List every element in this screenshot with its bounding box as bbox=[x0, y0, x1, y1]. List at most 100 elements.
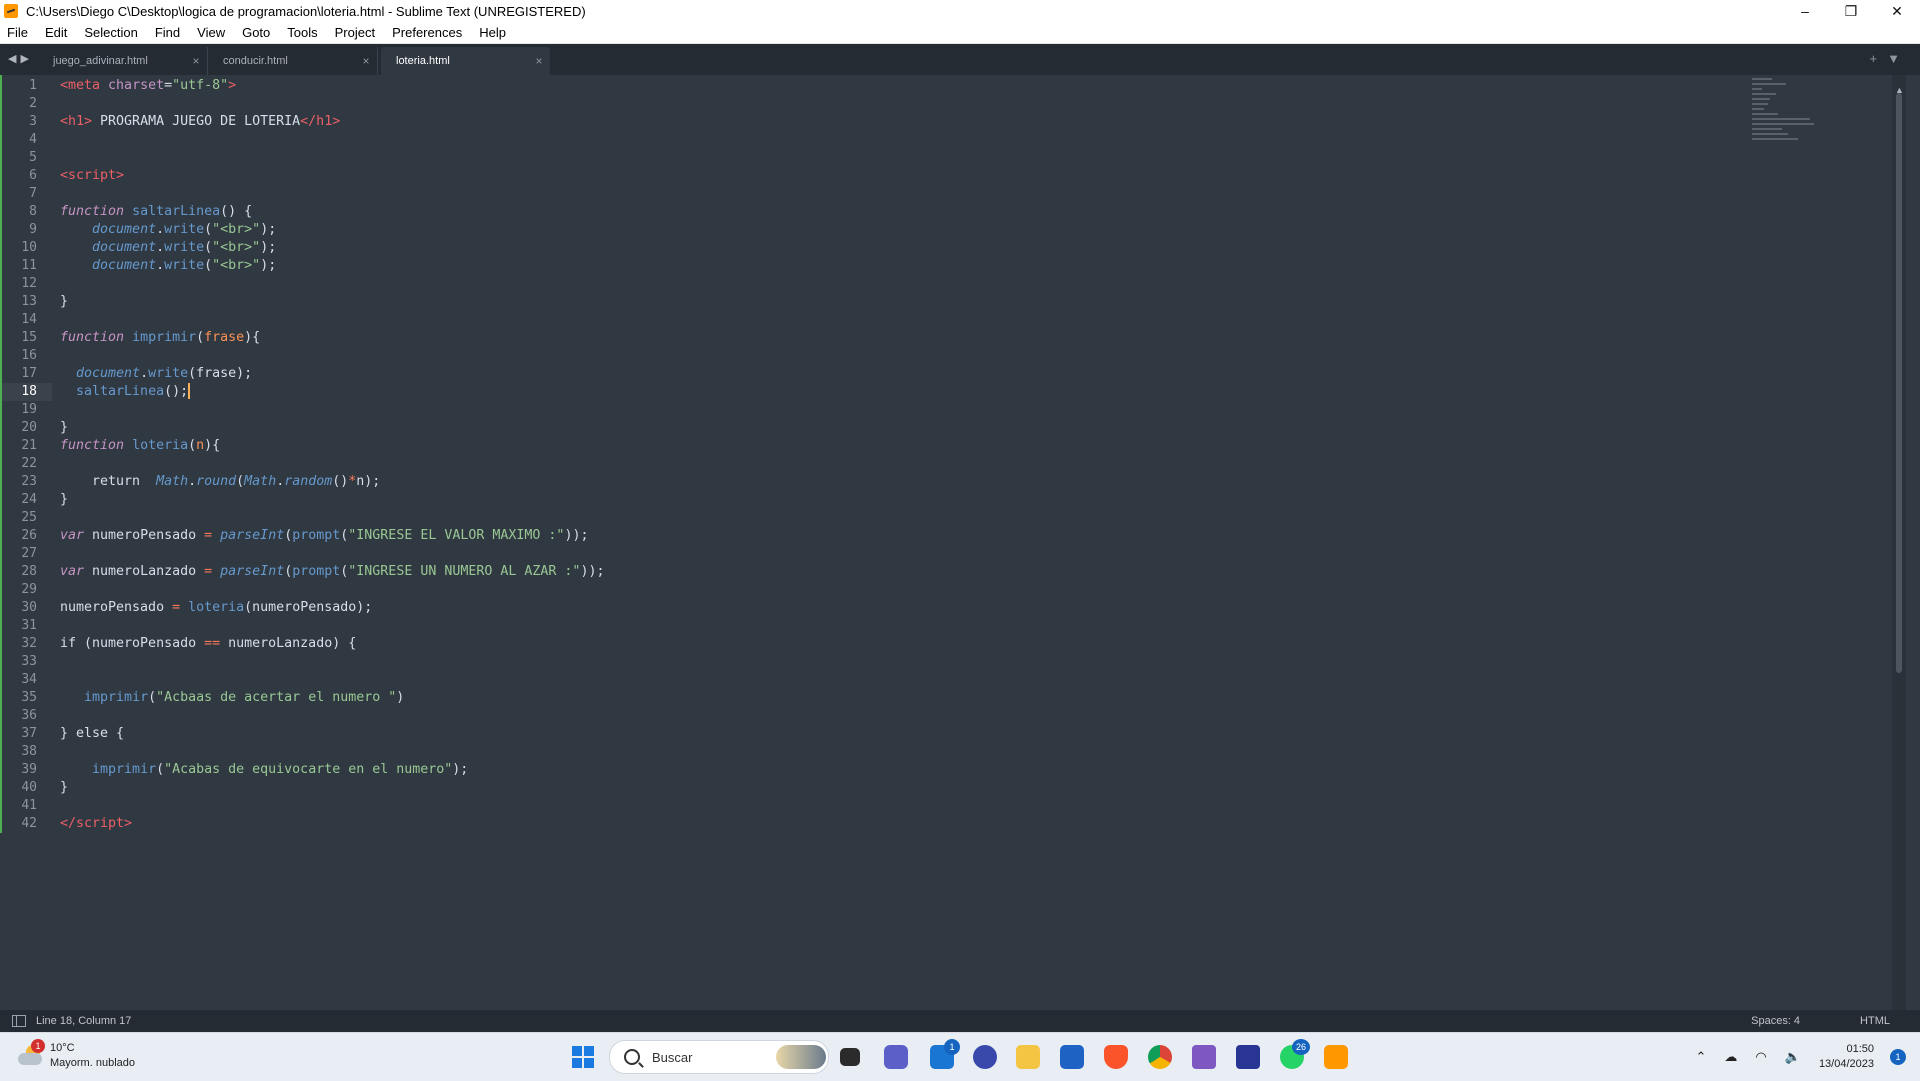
virtualbox-icon[interactable] bbox=[1236, 1045, 1260, 1069]
code-line: imprimir("Acbaas de acertar el numero ") bbox=[60, 689, 1700, 707]
line-number: 8 bbox=[2, 203, 52, 221]
code-line bbox=[60, 275, 1700, 293]
line-number: 15 bbox=[2, 329, 52, 347]
app-icon-hexagon[interactable] bbox=[1192, 1045, 1216, 1069]
volume-icon[interactable]: 🔈 bbox=[1785, 1049, 1801, 1065]
menu-project[interactable]: Project bbox=[327, 25, 384, 40]
tab-close-icon[interactable]: × bbox=[185, 54, 207, 68]
line-number: 13 bbox=[2, 293, 52, 311]
code-line: } bbox=[60, 491, 1700, 509]
weather-icon: 1 bbox=[16, 1041, 44, 1069]
clock[interactable]: 01:50 13/04/2023 bbox=[1819, 1042, 1874, 1072]
whatsapp-icon[interactable]: 26 bbox=[1280, 1045, 1304, 1069]
code-editor[interactable]: 1234567891011121314151617181920212223242… bbox=[0, 75, 1906, 1010]
vertical-scrollbar[interactable]: ▲ bbox=[1892, 75, 1906, 1010]
sublime-text-taskbar-icon[interactable] bbox=[1324, 1045, 1348, 1069]
brave-browser-icon[interactable] bbox=[1104, 1045, 1128, 1069]
restore-button[interactable]: ❐ bbox=[1828, 0, 1874, 22]
line-number: 20 bbox=[2, 419, 52, 437]
code-line bbox=[60, 653, 1700, 671]
menu-view[interactable]: View bbox=[189, 25, 234, 40]
minimize-button[interactable]: – bbox=[1782, 0, 1828, 22]
weather-description: Mayorm. nublado bbox=[50, 1056, 135, 1071]
code-line: } else { bbox=[60, 725, 1700, 743]
wifi-icon[interactable]: ◠ bbox=[1755, 1049, 1766, 1065]
sublime-text-icon bbox=[4, 4, 18, 18]
scroll-thumb[interactable] bbox=[1896, 93, 1902, 673]
minimap[interactable] bbox=[1752, 75, 1822, 165]
line-number: 26 bbox=[2, 527, 52, 545]
code-line: if (numeroPensado == numeroLanzado) { bbox=[60, 635, 1700, 653]
windows-start-icon[interactable] bbox=[572, 1046, 594, 1068]
tab-close-icon[interactable]: × bbox=[528, 54, 550, 68]
menu-selection[interactable]: Selection bbox=[76, 25, 146, 40]
indentation-setting[interactable]: Spaces: 4 bbox=[1751, 1015, 1800, 1027]
tab-loteria-active[interactable]: loteria.html × bbox=[381, 47, 550, 75]
code-line bbox=[60, 743, 1700, 761]
line-number: 27 bbox=[2, 545, 52, 563]
menu-edit[interactable]: Edit bbox=[37, 25, 76, 40]
line-number: 9 bbox=[2, 221, 52, 239]
menu-preferences[interactable]: Preferences bbox=[384, 25, 471, 40]
line-number: 31 bbox=[2, 617, 52, 635]
code-line bbox=[60, 707, 1700, 725]
line-number: 4 bbox=[2, 131, 52, 149]
new-tab-and-dropdown-icons[interactable]: +▼ bbox=[1870, 51, 1910, 66]
menu-find[interactable]: Find bbox=[147, 25, 189, 40]
code-line bbox=[60, 455, 1700, 473]
line-number: 28 bbox=[2, 563, 52, 581]
tab-conducir[interactable]: conducir.html × bbox=[208, 47, 378, 75]
tab-label: juego_adivinar.html bbox=[53, 55, 185, 67]
file-explorer-icon[interactable] bbox=[1016, 1045, 1040, 1069]
menu-tools[interactable]: Tools bbox=[279, 25, 326, 40]
tab-navigation-arrows[interactable]: ◀▶ bbox=[8, 52, 33, 65]
microsoft-store-icon[interactable] bbox=[1060, 1045, 1084, 1069]
task-view-icon[interactable] bbox=[840, 1048, 860, 1066]
onedrive-cloud-icon[interactable]: ☁ bbox=[1724, 1049, 1737, 1065]
weather-badge: 1 bbox=[31, 1039, 45, 1053]
code-line: } bbox=[60, 779, 1700, 797]
chrome-icon[interactable] bbox=[1148, 1045, 1172, 1069]
line-number: 22 bbox=[2, 455, 52, 473]
syntax-mode[interactable]: HTML bbox=[1860, 1015, 1890, 1027]
line-number: 12 bbox=[2, 275, 52, 293]
code-line: document.write(frase); bbox=[60, 365, 1700, 383]
code-line bbox=[60, 509, 1700, 527]
menu-help[interactable]: Help bbox=[471, 25, 515, 40]
chevron-up-icon[interactable]: ⌃ bbox=[1696, 1049, 1707, 1065]
code-area[interactable]: <meta charset="utf-8"> <h1> PROGRAMA JUE… bbox=[60, 77, 1700, 833]
code-line: imprimir("Acabas de equivocarte en el nu… bbox=[60, 761, 1700, 779]
tab-close-icon[interactable]: × bbox=[355, 54, 377, 68]
code-line bbox=[60, 797, 1700, 815]
tab-label: loteria.html bbox=[396, 55, 528, 67]
line-number: 14 bbox=[2, 311, 52, 329]
cursor-position[interactable]: Line 18, Column 17 bbox=[36, 1015, 131, 1027]
code-line bbox=[60, 401, 1700, 419]
code-line bbox=[60, 671, 1700, 689]
close-window-button[interactable]: ✕ bbox=[1874, 0, 1920, 22]
line-number: 34 bbox=[2, 671, 52, 689]
app-icon-blue-circle[interactable] bbox=[973, 1045, 997, 1069]
line-number: 25 bbox=[2, 509, 52, 527]
mail-icon[interactable]: 1 bbox=[930, 1045, 954, 1069]
panel-toggle-icon[interactable] bbox=[12, 1015, 26, 1027]
line-number: 3 bbox=[2, 113, 52, 131]
code-line: <h1> PROGRAMA JUEGO DE LOTERIA</h1> bbox=[60, 113, 1700, 131]
taskbar-search[interactable]: Buscar bbox=[609, 1040, 829, 1074]
line-number: 11 bbox=[2, 257, 52, 275]
line-number: 39 bbox=[2, 761, 52, 779]
menu-file[interactable]: File bbox=[0, 25, 37, 40]
line-number: 17 bbox=[2, 365, 52, 383]
menu-goto[interactable]: Goto bbox=[234, 25, 279, 40]
line-number: 40 bbox=[2, 779, 52, 797]
line-number: 23 bbox=[2, 473, 52, 491]
tab-juego-adivinar[interactable]: juego_adivinar.html × bbox=[38, 47, 208, 75]
notification-badge[interactable]: 1 bbox=[1890, 1049, 1906, 1065]
code-line: var numeroPensado = parseInt(prompt("ING… bbox=[60, 527, 1700, 545]
weather-widget[interactable]: 1 10°C Mayorm. nublado bbox=[16, 1041, 135, 1071]
window-controls: – ❐ ✕ bbox=[1782, 0, 1920, 22]
teams-chat-icon[interactable] bbox=[884, 1045, 908, 1069]
code-line: <script> bbox=[60, 167, 1700, 185]
code-line: function imprimir(frase){ bbox=[60, 329, 1700, 347]
clock-time: 01:50 bbox=[1819, 1042, 1874, 1057]
